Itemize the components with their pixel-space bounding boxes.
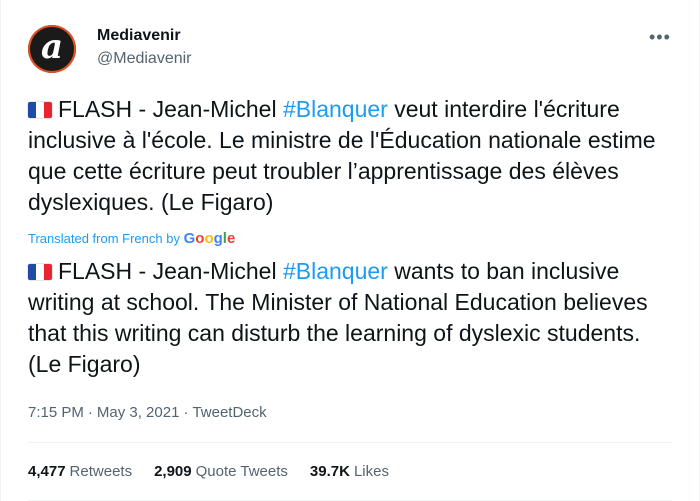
hashtag-link[interactable]: #Blanquer — [283, 258, 388, 284]
likes-stat[interactable]: 39.7K Likes — [310, 463, 389, 480]
tweet-text-prefix: FLASH - Jean-Michel — [58, 96, 283, 122]
tweet-text-prefix: FLASH - Jean-Michel — [58, 258, 283, 284]
french-flag-icon — [28, 264, 52, 280]
author-handle[interactable]: @Mediavenir — [97, 50, 192, 68]
tweet-date[interactable]: May 3, 2021 — [97, 404, 180, 421]
translation-attribution[interactable]: Translated from French by Google — [28, 230, 235, 247]
avatar[interactable]: a — [28, 25, 76, 73]
more-options-icon[interactable]: ••• — [649, 27, 671, 48]
tweet-meta: 7:15 PM · May 3, 2021 · TweetDeck — [28, 404, 267, 421]
tweet-text-original: FLASH - Jean-Michel #Blanquer veut inter… — [28, 94, 668, 218]
hashtag-link[interactable]: #Blanquer — [283, 96, 388, 122]
author-name[interactable]: Mediavenir — [97, 27, 181, 45]
french-flag-icon — [28, 102, 52, 118]
tweet-card: a Mediavenir @Mediavenir ••• FLASH - Jea… — [0, 0, 700, 501]
translation-label: Translated from French by — [28, 231, 180, 246]
tweet-stats: 4,477 Retweets 2,909 Quote Tweets 39.7K Lik… — [28, 463, 389, 480]
quote-tweets-stat[interactable]: 2,909 Quote Tweets — [154, 463, 288, 480]
tweet-source[interactable]: TweetDeck — [192, 404, 266, 421]
google-logo: Google — [183, 230, 236, 247]
retweets-stat[interactable]: 4,477 Retweets — [28, 463, 132, 480]
tweet-text-translated: FLASH - Jean-Michel #Blanquer wants to b… — [28, 256, 668, 380]
tweet-time[interactable]: 7:15 PM — [28, 404, 84, 421]
divider — [28, 442, 672, 443]
avatar-logo: a — [40, 27, 64, 67]
